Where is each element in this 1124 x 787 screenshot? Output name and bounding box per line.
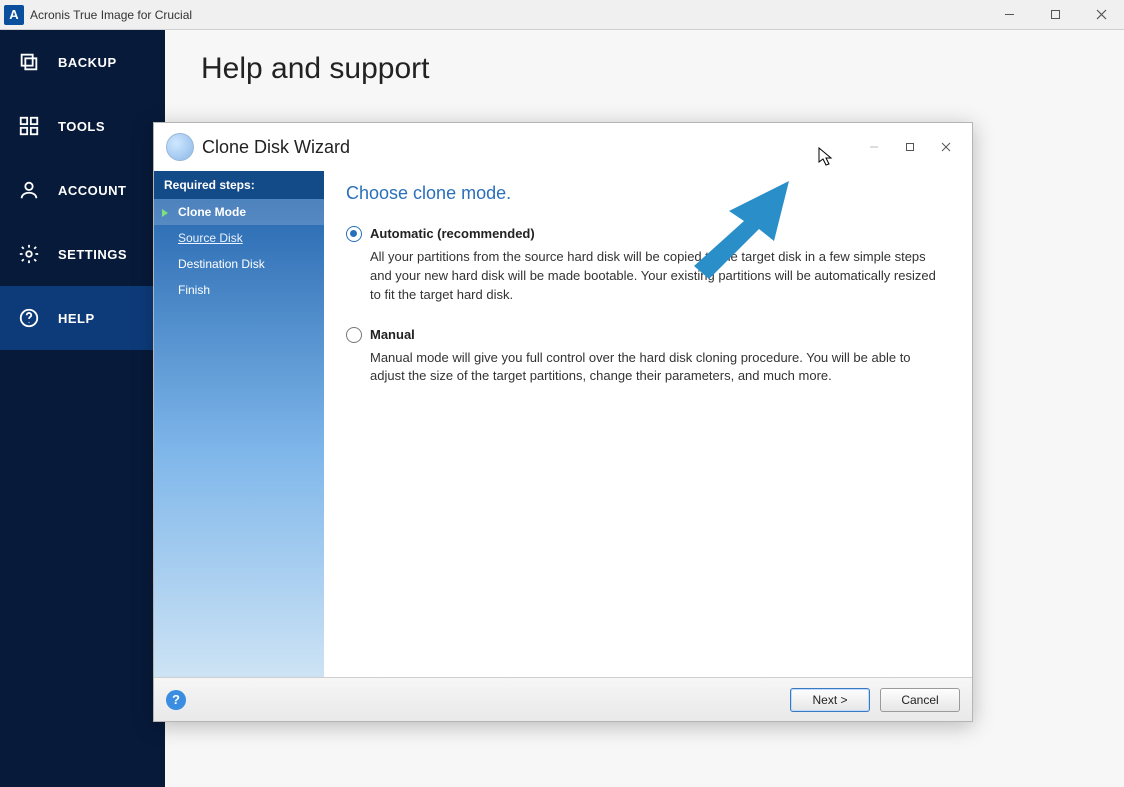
steps-header: Required steps: [154,171,324,199]
step-destination-disk: Destination Disk [154,251,324,277]
backup-icon [18,51,40,73]
option-description: All your partitions from the source hard… [370,248,948,305]
sidebar-item-account[interactable]: ACCOUNT [0,158,165,222]
step-source-disk[interactable]: Source Disk [154,225,324,251]
dialog-close-button[interactable] [928,132,964,162]
option-automatic[interactable]: Automatic (recommended) All your partiti… [346,226,948,305]
clone-disk-wizard-dialog: Clone Disk Wizard Required steps: Clone … [153,122,973,722]
app-logo-icon: A [4,5,24,25]
wizard-icon [166,133,194,161]
sidebar-item-tools[interactable]: TOOLS [0,94,165,158]
dialog-titlebar: Clone Disk Wizard [154,123,972,171]
radio-automatic[interactable] [346,226,362,242]
sidebar-item-settings[interactable]: SETTINGS [0,222,165,286]
close-button[interactable] [1078,0,1124,30]
minimize-button[interactable] [986,0,1032,30]
sidebar-item-label: TOOLS [58,119,105,134]
option-title: Manual [370,327,415,342]
option-title: Automatic (recommended) [370,226,535,241]
radio-manual[interactable] [346,327,362,343]
sidebar-item-backup[interactable]: BACKUP [0,30,165,94]
sidebar-item-label: SETTINGS [58,247,127,262]
sidebar: BACKUP TOOLS ACCOUNT SETTINGS HELP [0,30,165,787]
step-finish: Finish [154,277,324,303]
wizard-main-panel: Choose clone mode. Automatic (recommende… [324,171,972,677]
footer-help-icon[interactable]: ? [166,690,186,710]
content-area: Help and support Clone Disk Wizard Requi… [165,30,1124,787]
app-titlebar: A Acronis True Image for Crucial [0,0,1124,30]
dialog-maximize-button[interactable] [892,132,928,162]
help-icon [18,307,40,329]
tools-icon [18,115,40,137]
account-icon [18,179,40,201]
wizard-steps-panel: Required steps: Clone Mode Source Disk D… [154,171,324,677]
sidebar-item-label: HELP [58,311,95,326]
dialog-footer: ? Next > Cancel [154,677,972,721]
sidebar-item-help[interactable]: HELP [0,286,165,350]
maximize-button[interactable] [1032,0,1078,30]
cancel-button[interactable]: Cancel [880,688,960,712]
next-button[interactable]: Next > [790,688,870,712]
dialog-minimize-button [856,132,892,162]
sidebar-item-label: ACCOUNT [58,183,127,198]
page-title: Help and support [201,52,1124,86]
settings-icon [18,243,40,265]
option-manual[interactable]: Manual Manual mode will give you full co… [346,327,948,387]
step-clone-mode: Clone Mode [154,199,324,225]
window-title: Acronis True Image for Crucial [30,8,986,22]
dialog-title: Clone Disk Wizard [202,137,856,158]
wizard-heading: Choose clone mode. [346,183,948,204]
option-description: Manual mode will give you full control o… [370,349,948,387]
sidebar-item-label: BACKUP [58,55,117,70]
